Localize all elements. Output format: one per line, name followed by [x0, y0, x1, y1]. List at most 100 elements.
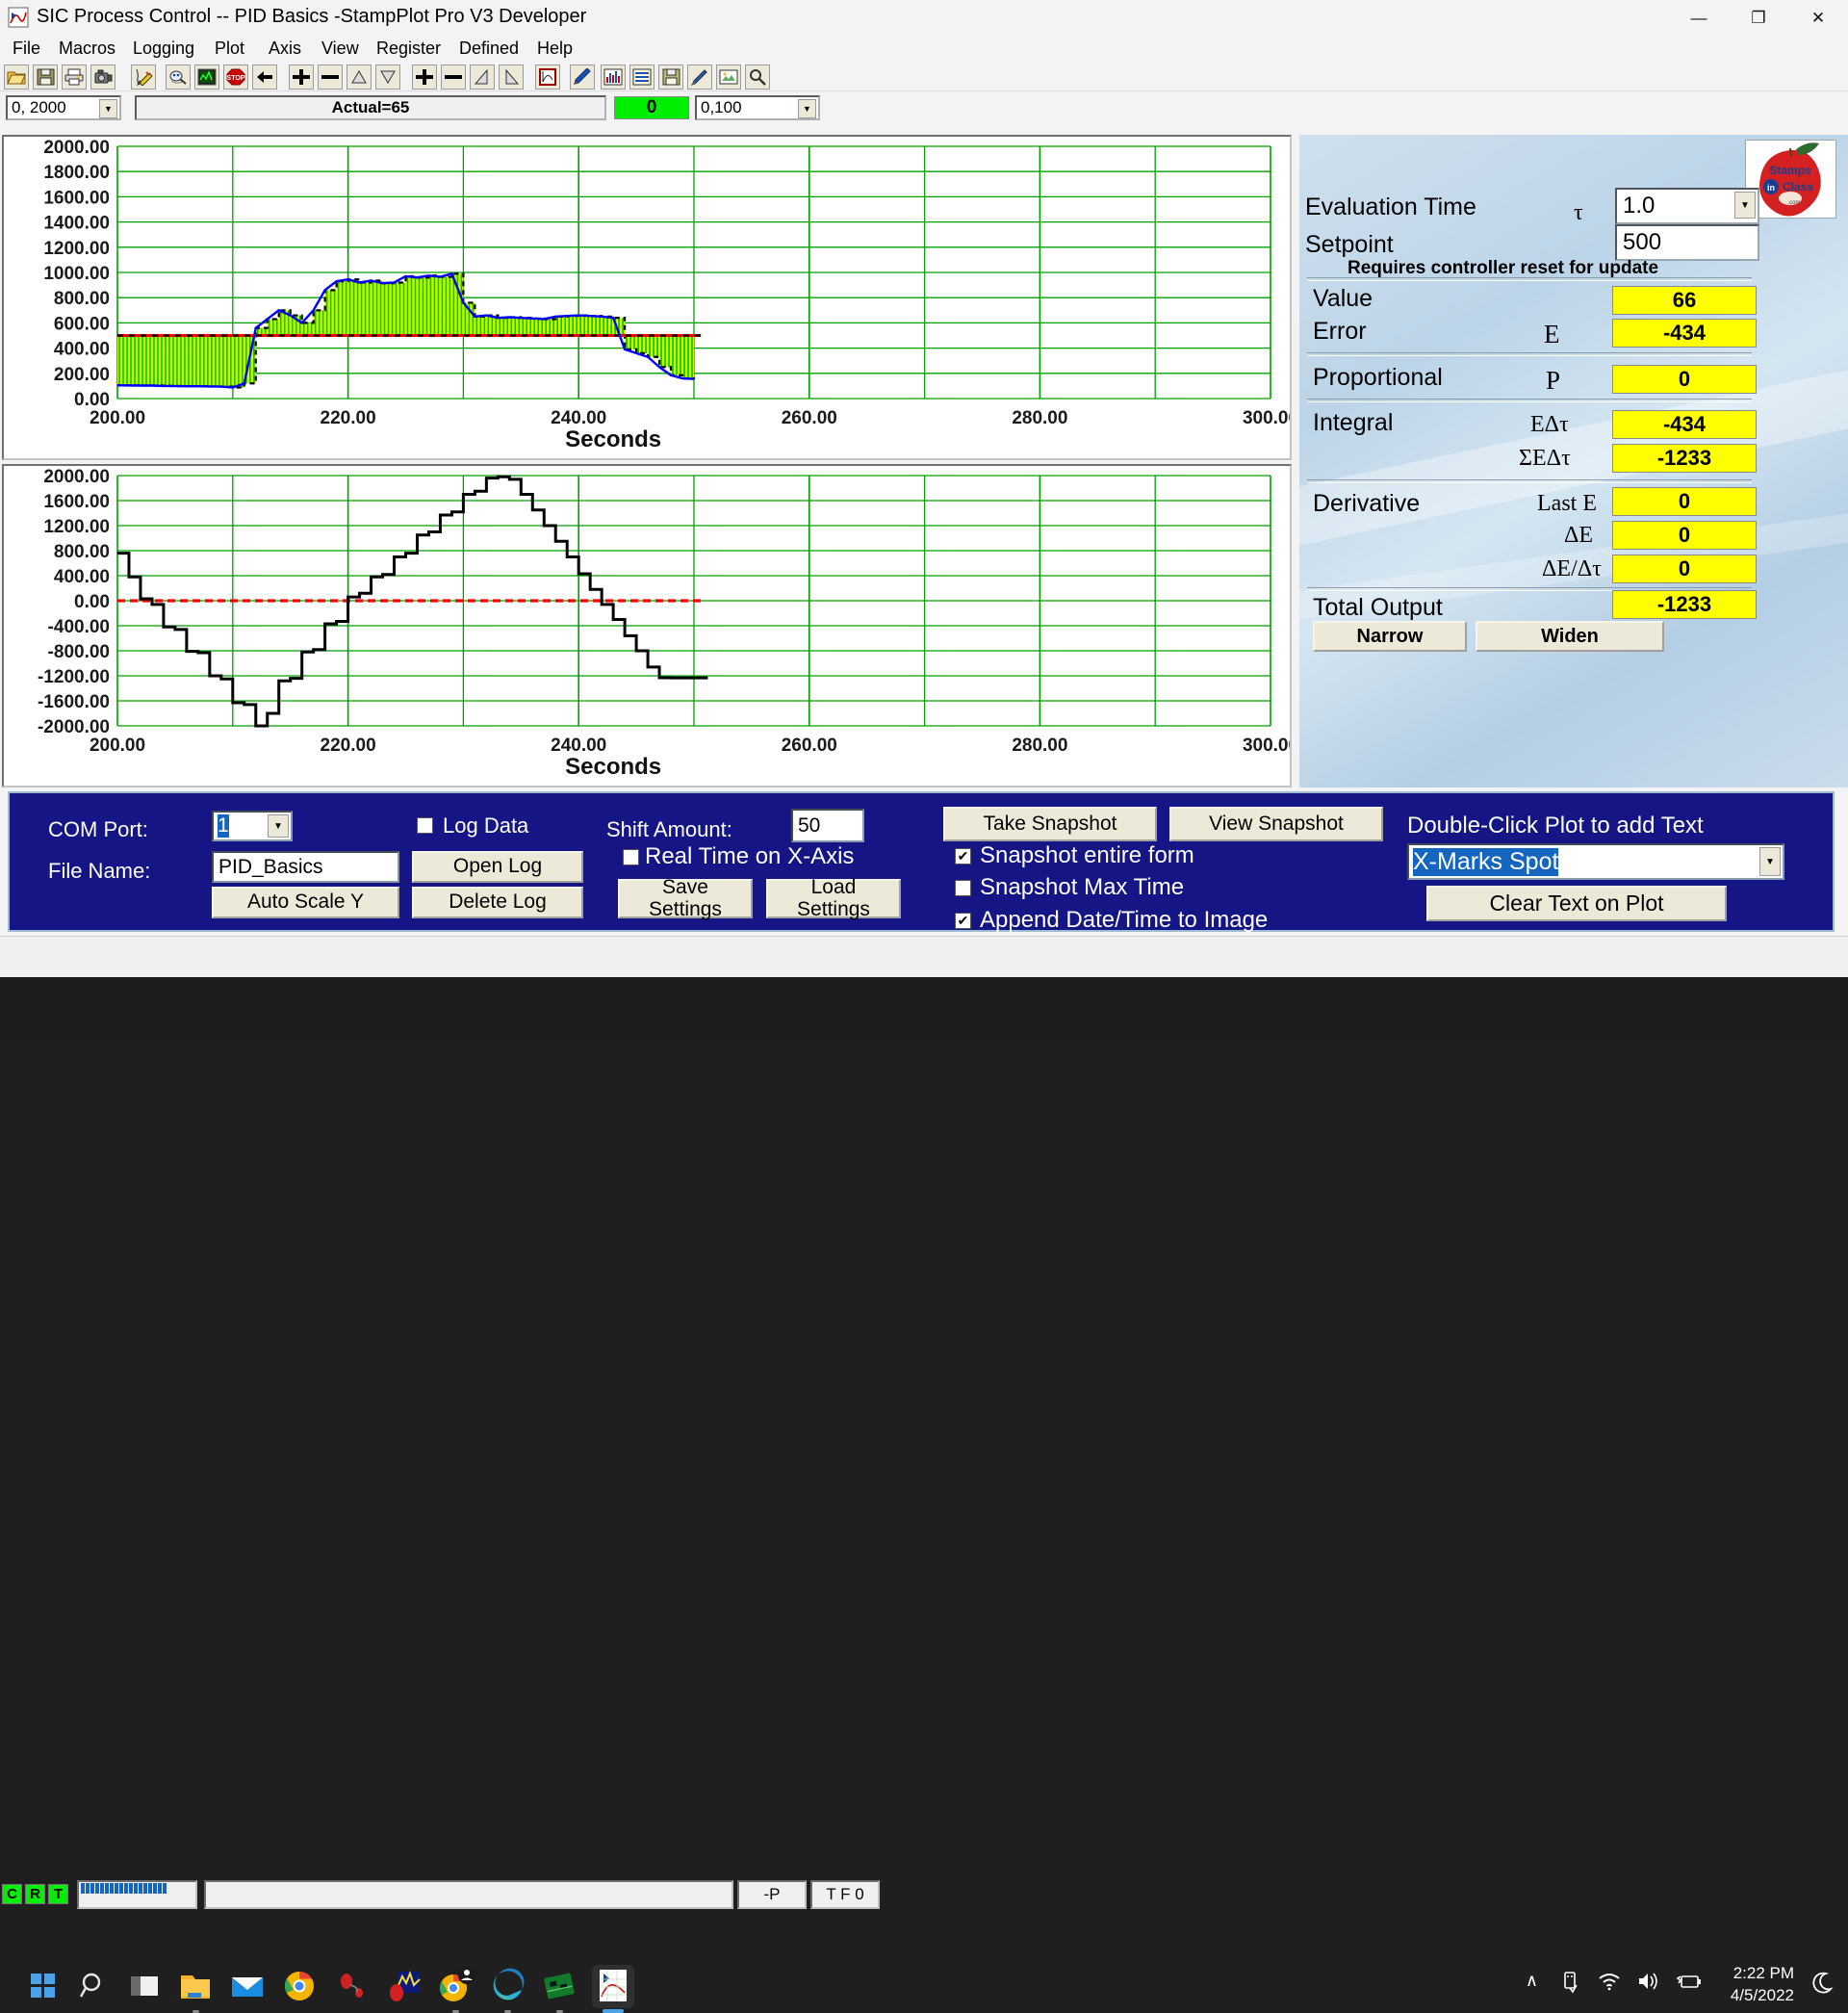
auto-scale-y-button[interactable]: Auto Scale Y: [212, 887, 399, 918]
data-view-button[interactable]: [601, 65, 626, 90]
svg-text:.com: .com: [1787, 200, 1800, 206]
minimize-button[interactable]: —: [1669, 0, 1729, 36]
process-plot-panel[interactable]: 2000.00 1800.00 1600.00 1400.00 1200.00 1000.…: [2, 135, 1292, 460]
maximize-button[interactable]: ❐: [1729, 0, 1788, 36]
chevron-down-icon[interactable]: ▼: [798, 99, 816, 118]
menu-help[interactable]: Help: [530, 38, 579, 59]
y-zoom-in-button[interactable]: [289, 65, 314, 90]
view-snapshot-button[interactable]: View Snapshot: [1169, 807, 1383, 841]
process-plot[interactable]: 2000.00 1800.00 1600.00 1400.00 1200.00 1000.…: [4, 137, 1290, 458]
save-data-button[interactable]: [658, 65, 683, 90]
delete-log-button[interactable]: Delete Log: [412, 887, 583, 918]
chart-properties-button[interactable]: [535, 65, 560, 90]
log-data-checkbox[interactable]: [417, 817, 433, 834]
chevron-up-icon[interactable]: ∧: [1526, 1971, 1538, 1991]
y-scale-up-button[interactable]: [346, 65, 372, 90]
open-log-button[interactable]: Open Log: [412, 851, 583, 883]
shift-left-button[interactable]: [252, 65, 277, 90]
chevron-down-icon[interactable]: ▼: [1734, 192, 1756, 219]
stop-plot-button[interactable]: STOP: [223, 65, 248, 90]
file-name-input[interactable]: PID_Basics: [212, 851, 399, 883]
append-datetime-label: Append Date/Time to Image: [980, 907, 1269, 933]
close-button[interactable]: ✕: [1788, 0, 1848, 36]
menu-macros[interactable]: Macros: [52, 38, 122, 59]
marker-pen-button[interactable]: [131, 65, 156, 90]
pencil-annotate-button[interactable]: [570, 65, 595, 90]
svg-text:STOP: STOP: [227, 75, 245, 82]
save-file-button[interactable]: [33, 65, 58, 90]
proportional-readout: 0: [1612, 365, 1757, 394]
menu-register[interactable]: Register: [370, 38, 448, 59]
plot-text-combo[interactable]: X-Marks Spot ▼: [1407, 843, 1784, 880]
start-button[interactable]: [21, 1964, 65, 2008]
open-file-button[interactable]: [4, 65, 29, 90]
save-settings-button[interactable]: Save Settings: [618, 877, 753, 919]
snapshot-max-time-checkbox[interactable]: [955, 880, 971, 896]
chevron-down-icon[interactable]: ▼: [1759, 847, 1781, 876]
svg-text:200.00: 200.00: [90, 408, 145, 428]
list-view-button[interactable]: [629, 65, 654, 90]
basic-stamp-editor-icon[interactable]: [537, 1964, 581, 2008]
y-zoom-out-button[interactable]: [318, 65, 343, 90]
take-snapshot-button[interactable]: Take Snapshot: [943, 807, 1157, 841]
widen-button[interactable]: Widen: [1476, 621, 1664, 652]
start-plot-button[interactable]: [194, 65, 219, 90]
narrow-button[interactable]: Narrow: [1313, 621, 1467, 652]
append-datetime-checkbox[interactable]: ✔: [955, 913, 971, 929]
clock[interactable]: 2:22 PM 4/5/2022: [1731, 1963, 1794, 2007]
volume-icon[interactable]: [1636, 1971, 1659, 1997]
svg-text:1000.00: 1000.00: [43, 264, 110, 284]
shift-amount-input[interactable]: 50: [791, 809, 864, 842]
wifi-icon[interactable]: [1598, 1971, 1621, 1997]
svg-text:800.00: 800.00: [54, 542, 110, 562]
x-zoom-in-button[interactable]: [412, 65, 437, 90]
load-settings-button[interactable]: Load Settings: [766, 877, 901, 919]
export-image-button[interactable]: [716, 65, 741, 90]
y-range-value: 0, 2000: [12, 98, 66, 116]
menu-file[interactable]: File: [6, 38, 47, 59]
mail-icon[interactable]: [225, 1964, 270, 2008]
usb-icon[interactable]: [1559, 1971, 1580, 1999]
task-view-icon[interactable]: [123, 1964, 167, 2008]
svg-text:2000.00: 2000.00: [43, 467, 110, 487]
menu-view[interactable]: View: [315, 38, 366, 59]
setpoint-input[interactable]: 500: [1615, 224, 1759, 261]
real-time-x-axis-checkbox[interactable]: [623, 849, 639, 865]
chrome-icon[interactable]: [277, 1964, 321, 2008]
evaluation-time-combo[interactable]: 1.0 ▼: [1615, 188, 1759, 224]
clear-text-on-plot-button[interactable]: Clear Text on Plot: [1426, 886, 1727, 921]
output-plot[interactable]: 2000.00 1600.00 1200.00 800.00 400.00 0.00 -40…: [4, 466, 1290, 786]
focus-assist-icon[interactable]: [1810, 1971, 1835, 2000]
menu-defined[interactable]: Defined: [452, 38, 526, 59]
search-icon[interactable]: [71, 1964, 116, 2008]
menu-axis[interactable]: Axis: [262, 38, 308, 59]
stampplot-pro-icon[interactable]: [588, 1964, 638, 2008]
app-icon: [8, 7, 29, 28]
visio-icon[interactable]: [329, 1964, 373, 2008]
chevron-down-icon[interactable]: ▼: [99, 99, 117, 118]
measure-button[interactable]: [687, 65, 712, 90]
x-pan-right-button[interactable]: [499, 65, 524, 90]
value-label: Value: [1313, 285, 1373, 312]
x-zoom-out-button[interactable]: [441, 65, 466, 90]
menu-plot[interactable]: Plot: [208, 38, 251, 59]
com-port-combo[interactable]: 1 ▼: [212, 811, 293, 841]
battery-charging-icon[interactable]: [1675, 1971, 1702, 1997]
y-scale-down-button[interactable]: [375, 65, 400, 90]
chevron-down-icon[interactable]: ▼: [268, 814, 289, 838]
y-range-combo[interactable]: 0, 2000 ▼: [6, 95, 121, 120]
chrome-profile-icon[interactable]: [433, 1964, 477, 2008]
menu-logging[interactable]: Logging: [126, 38, 201, 59]
clear-plot-button[interactable]: [166, 65, 191, 90]
file-explorer-icon[interactable]: [173, 1964, 218, 2008]
output-plot-panel[interactable]: 2000.00 1600.00 1200.00 800.00 400.00 0.00 -40…: [2, 464, 1292, 787]
snapshot-entire-form-checkbox[interactable]: ✔: [955, 848, 971, 865]
camera-snapshot-button[interactable]: [90, 65, 116, 90]
print-button[interactable]: [62, 65, 87, 90]
edge-icon[interactable]: [485, 1964, 529, 2008]
find-button[interactable]: [745, 65, 770, 90]
evaluation-time-value: 1.0: [1623, 193, 1656, 219]
x-pan-left-button[interactable]: [470, 65, 495, 90]
x-range-combo[interactable]: 0,100 ▼: [695, 95, 820, 120]
stampplot-icon[interactable]: [381, 1964, 425, 2008]
